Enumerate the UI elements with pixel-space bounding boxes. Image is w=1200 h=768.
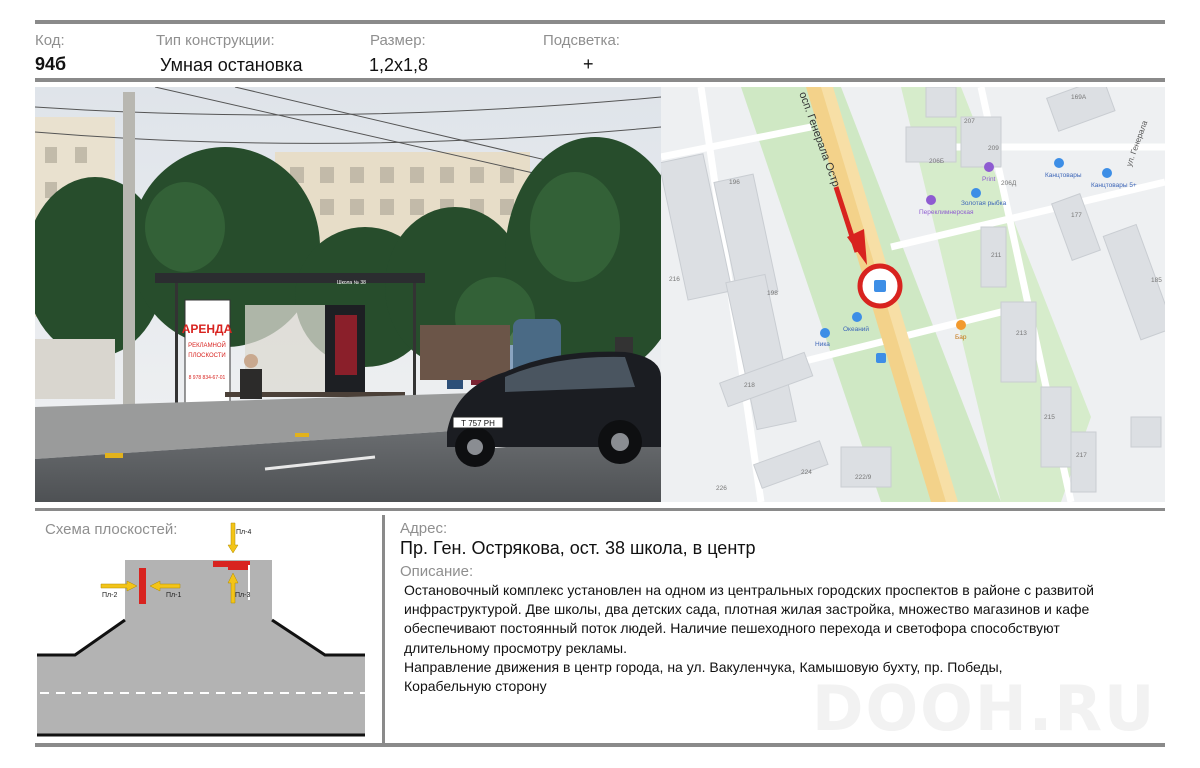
plane-label-1: Пл-1 bbox=[166, 592, 181, 599]
description-line-4: длительному просмотру рекламы. bbox=[404, 639, 627, 656]
car-plate: Т 757 РН bbox=[461, 419, 495, 428]
bus-stop-icon[interactable] bbox=[876, 353, 886, 363]
map-bld-215: 215 bbox=[1044, 414, 1055, 421]
map-bld-207: 207 bbox=[964, 118, 975, 125]
watermark-logo: DOOH.RU bbox=[812, 672, 1157, 745]
billboard-line3: ПЛОСКОСТИ bbox=[188, 353, 225, 359]
billboard-phone: 8 978 834-67-01 bbox=[189, 375, 226, 381]
address-label: Адрес: bbox=[400, 520, 448, 537]
map-bld-216: 216 bbox=[669, 276, 680, 283]
description-line-2: инфраструктурой. Две школы, два детских … bbox=[404, 601, 1090, 618]
vertical-divider bbox=[382, 515, 385, 743]
poi-perekhod: Переклимнерская bbox=[919, 209, 974, 216]
stop-sign-text: Школа № 38 bbox=[337, 280, 366, 286]
poi-nika: Ника bbox=[815, 341, 830, 348]
code-value: 94б bbox=[35, 54, 67, 74]
fish-poi-icon[interactable] bbox=[971, 188, 981, 198]
plane-1 bbox=[139, 568, 146, 604]
address-value: Пр. Ген. Острякова, ост. 38 школа, в цен… bbox=[400, 538, 756, 558]
location-photo: АРЕНДА РЕКЛАМНОЙ ПЛОСКОСТИ 8 978 834-67-… bbox=[35, 87, 661, 502]
kanc2-poi-icon[interactable] bbox=[1102, 168, 1112, 178]
description-label: Описание: bbox=[400, 563, 474, 580]
perekhod-poi-icon[interactable] bbox=[926, 195, 936, 205]
map-bld-226: 226 bbox=[716, 485, 727, 492]
plane-label-2: Пл-2 bbox=[102, 592, 117, 599]
description-line-1: Остановочный комплекс установлен на одно… bbox=[404, 582, 1095, 598]
marker-bus-icon bbox=[874, 280, 886, 292]
type-label: Тип конструкции: bbox=[156, 32, 275, 49]
light-value: + bbox=[583, 54, 594, 74]
type-value: Умная остановка bbox=[160, 55, 303, 75]
map-bld-211: 211 bbox=[991, 252, 1002, 259]
map-bld-217: 217 bbox=[1076, 452, 1087, 459]
okeaniy-poi-icon[interactable] bbox=[852, 312, 862, 322]
size-value: 1,2x1,8 bbox=[369, 55, 429, 75]
poi-bar: Бар bbox=[955, 334, 967, 341]
poi-kanc1: Канцтовары bbox=[1045, 172, 1082, 179]
map-bld-206b: 206Б bbox=[929, 158, 944, 165]
scheme-diagram: Пл-4 Пл-2 Пл-1 Пл-3 bbox=[37, 522, 365, 737]
planes-scheme: Пл-4 Пл-2 Пл-1 Пл-3 bbox=[35, 515, 380, 743]
map-bld-196: 196 bbox=[729, 179, 740, 186]
description-line-3: обеспечивают постоянный поток людей. Нал… bbox=[404, 620, 1060, 637]
arrow-pl4-icon bbox=[227, 522, 239, 554]
code-label: Код: bbox=[35, 32, 65, 49]
size-label: Размер: bbox=[370, 32, 426, 49]
billboard-line2: РЕКЛАМНОЙ bbox=[188, 341, 226, 349]
poi-kanc2: Канцтовары 5+ bbox=[1091, 182, 1137, 189]
middle-rule bbox=[35, 508, 1165, 511]
map-bld-206d: 206Д bbox=[1001, 180, 1017, 187]
print-poi-icon[interactable] bbox=[984, 162, 994, 172]
map-bld-209: 209 bbox=[988, 145, 999, 152]
map-bld-222-9: 222/9 bbox=[855, 474, 872, 481]
map-canvas: осп. Генерала Остр ул. Генерала 207 209 … bbox=[661, 87, 1165, 502]
nika-poi-icon[interactable] bbox=[820, 328, 830, 338]
map-bld-224: 224 bbox=[801, 469, 812, 476]
light-label: Подсветка: bbox=[543, 32, 620, 49]
map-bld-177: 177 bbox=[1071, 212, 1082, 219]
street-scene: АРЕНДА РЕКЛАМНОЙ ПЛОСКОСТИ 8 978 834-67-… bbox=[35, 87, 661, 502]
top-rule bbox=[35, 20, 1165, 24]
header-rule bbox=[35, 78, 1165, 82]
plane-label-4: Пл-4 bbox=[236, 529, 251, 536]
poi-okeaniy: Океаний bbox=[843, 325, 869, 333]
map-bld-185: 185 bbox=[1151, 277, 1162, 284]
location-map: осп. Генерала Остр ул. Генерала 207 209 … bbox=[661, 87, 1165, 502]
kanc1-poi-icon[interactable] bbox=[1054, 158, 1064, 168]
map-bld-169a: 169А bbox=[1071, 94, 1087, 101]
poi-fish: Золотая рыбка bbox=[961, 199, 1007, 207]
bar-poi-icon[interactable] bbox=[956, 320, 966, 330]
billboard-line1: АРЕНДА bbox=[182, 322, 233, 336]
plane-label-3: Пл-3 bbox=[235, 592, 250, 599]
plane-3 bbox=[228, 565, 250, 570]
poi-print: Print bbox=[982, 176, 996, 183]
map-bld-218: 218 bbox=[744, 382, 755, 389]
map-bld-213: 213 bbox=[1016, 330, 1027, 337]
map-bld-198: 198 bbox=[767, 290, 778, 297]
